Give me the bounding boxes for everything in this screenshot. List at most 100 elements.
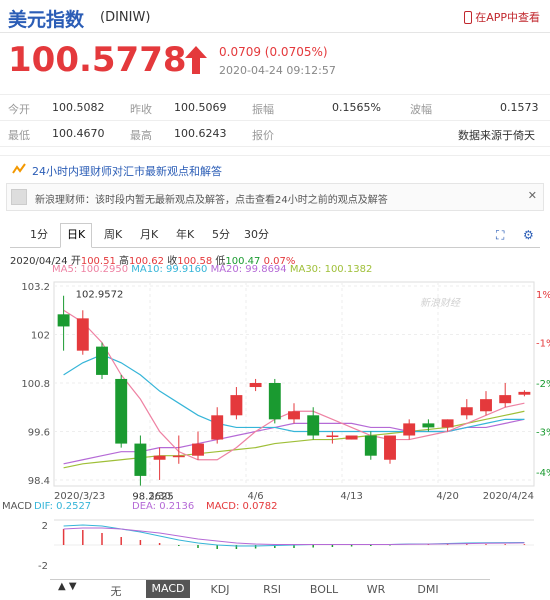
candle-body — [76, 318, 89, 351]
y-right-tick-label: -2% — [536, 379, 550, 390]
candle-body — [192, 443, 204, 456]
y-tick-label: 103.2 — [21, 282, 50, 293]
kline-chart[interactable]: 103.2 102 100.8 99.6 98.4 1% -1% -2% -3% -4% 新浪财经 1… — [0, 272, 550, 578]
max-annotation: 102.9572 — [76, 290, 124, 301]
stat-value: 100.5082 — [52, 101, 105, 114]
divider — [0, 32, 550, 33]
candle-body — [345, 435, 358, 440]
candle-body — [326, 435, 339, 438]
candle-body — [441, 419, 454, 428]
y-right-tick-label: -1% — [536, 339, 550, 350]
close-icon[interactable]: ✕ — [528, 189, 537, 202]
stat-value: 100.4670 — [52, 127, 105, 140]
y-tick-label: 99.6 — [28, 427, 50, 438]
stat-label: 波幅 — [410, 103, 432, 116]
candle-body — [57, 314, 70, 327]
candle-body — [115, 378, 128, 444]
y-right-tick-label: -4% — [536, 468, 550, 479]
news-notice[interactable]: 新浪理财师：该时段内暂无最新观点及解答，点击查看24小时之前的观点及解答 ✕ — [6, 183, 544, 211]
price-change: 0.0709 (0.0705%) — [219, 45, 328, 59]
tab-year-k[interactable]: 年K — [170, 224, 200, 246]
stat-label: 振幅 — [252, 103, 274, 116]
candle-body — [249, 382, 262, 388]
tab-5min[interactable]: 5分 — [206, 224, 236, 246]
dif-readout: DIF: 0.2527 — [34, 501, 91, 512]
stat-value: 100.5069 — [174, 101, 227, 114]
phone-icon — [464, 10, 473, 24]
candle-body — [422, 423, 435, 428]
open-in-app-link[interactable]: 在APP中查看 — [464, 9, 540, 25]
tab-week-k[interactable]: 周K — [98, 224, 128, 246]
candle-body — [499, 395, 512, 404]
candle-body — [364, 435, 377, 456]
dea-line — [63, 527, 525, 545]
candle-body — [288, 411, 300, 420]
open-in-app-label: 在APP中查看 — [475, 11, 540, 24]
stat-value: 0.1573 — [500, 101, 539, 114]
indicator-rsi[interactable]: RSI — [250, 583, 294, 596]
header: 美元指数 (DINIW) 在APP中查看 — [0, 0, 550, 34]
candle-body — [307, 415, 320, 436]
stat-value: 100.6243 — [174, 127, 227, 140]
candle-body — [134, 443, 147, 476]
candle-body — [518, 391, 531, 395]
dea-readout: DEA: 0.2136 — [132, 501, 194, 512]
y-tick-label: 98.4 — [28, 476, 50, 487]
symbol-code: (DINIW) — [100, 10, 151, 25]
fullscreen-icon[interactable]: ⛶ — [496, 228, 504, 243]
x-tick-label: 4/13 — [340, 491, 362, 502]
x-tick-label: 2020/4/24 — [483, 491, 534, 502]
indicator-boll[interactable]: BOLL — [302, 583, 346, 596]
watermark: 新浪财经 — [420, 297, 461, 309]
candle-body — [153, 455, 166, 460]
macd-readout: MACD: 0.0782 — [206, 501, 278, 512]
dif-line — [63, 524, 525, 547]
candle-body — [403, 423, 416, 436]
candle-body — [96, 346, 108, 375]
current-price: 100.5778 — [8, 40, 187, 80]
y-right-tick-label: 1% — [536, 290, 550, 301]
indicator-macd[interactable]: MACD — [146, 580, 190, 598]
avatar — [11, 189, 27, 205]
x-tick-label: 4/20 — [436, 491, 458, 502]
candle-body — [230, 395, 243, 416]
candle-body — [480, 399, 492, 412]
macd-y-tick: 2 — [42, 521, 48, 532]
candle-body — [172, 455, 185, 458]
stats-row: 今开 100.5082 昨收 100.5069 振幅 0.1565% 波幅 0.… — [0, 94, 550, 120]
y-tick-label: 102 — [31, 331, 50, 342]
indicator-tabs: 无 MACD KDJ RSI BOLL WR DMI — [50, 579, 490, 598]
indicator-dmi[interactable]: DMI — [406, 583, 450, 596]
stats-table: 今开 100.5082 昨收 100.5069 振幅 0.1565% 波幅 0.… — [0, 94, 550, 147]
settings-icon[interactable]: ⚙ — [523, 228, 534, 242]
indicator-kdj[interactable]: KDJ — [198, 583, 242, 596]
up-arrow-icon — [185, 46, 207, 74]
advisor-news: 24小时内理财师对汇市最新观点和解答 新浪理财师：该时段内暂无最新观点及解答，点… — [0, 155, 550, 211]
stats-row: 最低 100.4670 最高 100.6243 报价 数据来源于倚天 — [0, 120, 550, 147]
tab-1min[interactable]: 1分 — [24, 224, 54, 246]
macd-y-tick: -2 — [38, 561, 48, 572]
stat-value: 0.1565% — [332, 101, 381, 114]
candle-body — [211, 415, 224, 440]
stat-label: 昨收 — [130, 103, 152, 116]
stat-label: 最低 — [8, 129, 30, 142]
indicator-wr[interactable]: WR — [354, 583, 398, 596]
y-tick-label: 100.8 — [21, 379, 50, 390]
stat-value: 数据来源于倚天 — [458, 129, 535, 142]
period-tabs: 1分 日K 周K 月K 年K 5分 30分 ⛶ ⚙ — [10, 223, 540, 248]
trend-icon — [12, 163, 26, 174]
indicator-scroll-arrows[interactable]: ▲ ▼ — [58, 581, 77, 592]
stat-label: 报价 — [252, 129, 274, 142]
macd-title: MACD — [2, 501, 32, 512]
tab-30min[interactable]: 30分 — [238, 224, 275, 246]
tab-month-k[interactable]: 月K — [134, 224, 164, 246]
quote-datetime: 2020-04-24 09:12:57 — [219, 64, 336, 77]
tab-day-k[interactable]: 日K — [60, 223, 93, 248]
news-notice-text: 新浪理财师：该时段内暂无最新观点及解答，点击查看24小时之前的观点及解答 — [35, 195, 388, 206]
candle-body — [460, 407, 473, 416]
y-right-tick-label: -3% — [536, 427, 550, 438]
page-title: 美元指数 — [8, 9, 85, 31]
indicator-none[interactable]: 无 — [94, 583, 138, 599]
news-headline-link[interactable]: 24小时内理财师对汇市最新观点和解答 — [0, 155, 550, 183]
news-headline: 24小时内理财师对汇市最新观点和解答 — [32, 165, 222, 178]
